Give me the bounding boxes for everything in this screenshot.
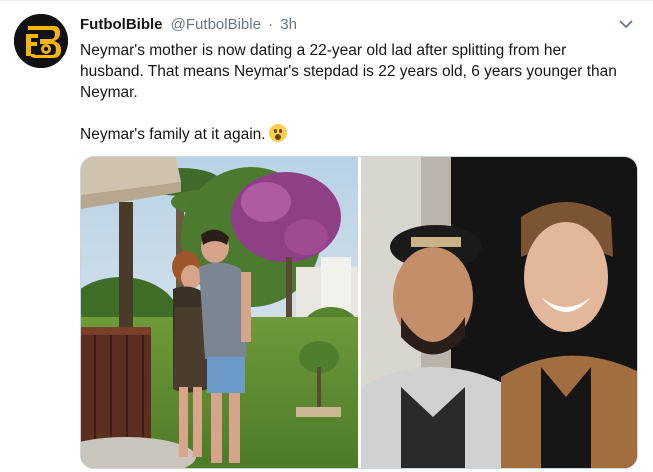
avatar[interactable] xyxy=(14,14,68,68)
astonished-face-icon xyxy=(268,124,287,142)
photo-couple-garden[interactable] xyxy=(81,157,358,469)
photo-two-men[interactable] xyxy=(361,157,638,469)
tweet-text: Neymar's mother is now dating a 22-year … xyxy=(80,40,620,145)
tweet-text-paragraph-2: Neymar's family at it again. xyxy=(80,124,620,145)
author-name[interactable]: FutbolBible xyxy=(80,16,163,33)
tweet-card[interactable]: FutbolBible @FutbolBible · 3h Neymar's m… xyxy=(0,0,653,472)
chevron-down-icon[interactable] xyxy=(617,15,635,33)
tweet-header: FutbolBible @FutbolBible · 3h xyxy=(80,15,297,35)
futbolbible-logo-icon xyxy=(14,14,68,68)
tweet-text-paragraph-1: Neymar's mother is now dating a 22-year … xyxy=(80,42,617,101)
separator-dot: · xyxy=(268,16,274,33)
tweet-text-line-2: Neymar's family at it again. xyxy=(80,126,266,143)
tweet-timestamp[interactable]: 3h xyxy=(280,16,297,33)
media-grid[interactable] xyxy=(80,156,638,469)
author-handle[interactable]: @FutbolBible xyxy=(171,16,261,33)
